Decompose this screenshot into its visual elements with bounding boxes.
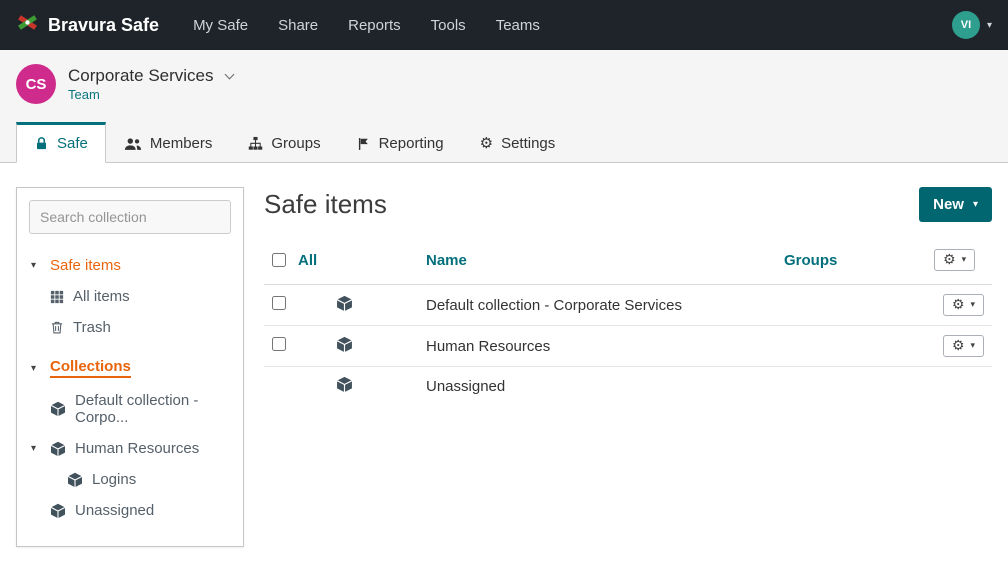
search-input[interactable] bbox=[29, 200, 231, 234]
tab-reporting-label: Reporting bbox=[378, 135, 444, 152]
sidebar-item-logins[interactable]: Logins bbox=[29, 464, 231, 495]
trash-icon bbox=[50, 320, 64, 335]
table-row: Default collection - Corporate Services … bbox=[264, 284, 992, 326]
sidebar-item-default-collection[interactable]: Default collection - Corpo... bbox=[29, 385, 231, 433]
brand-logo-icon bbox=[16, 11, 39, 39]
new-button[interactable]: New ▾ bbox=[919, 187, 992, 222]
nav-item-teams[interactable]: Teams bbox=[496, 17, 540, 34]
table-row: Human Resources ⚙ ▾ bbox=[264, 325, 992, 367]
safe-items-table: All Name Groups ⚙ ▾ Default collection -… bbox=[264, 236, 992, 406]
grid-icon bbox=[50, 290, 64, 304]
gear-icon: ⚙ bbox=[951, 338, 965, 354]
sidebar-item-label: Default collection - Corpo... bbox=[75, 392, 199, 426]
table-options-button[interactable]: ⚙ ▾ bbox=[934, 249, 976, 271]
top-navbar: Bravura Safe My Safe Share Reports Tools… bbox=[0, 0, 1008, 50]
gear-icon: ⚙ bbox=[943, 252, 956, 268]
users-icon bbox=[124, 137, 142, 151]
tab-settings[interactable]: ⚙ Settings bbox=[462, 122, 574, 163]
table-row: Unassigned bbox=[264, 367, 992, 407]
new-button-label: New bbox=[933, 196, 964, 213]
cube-icon bbox=[67, 472, 83, 488]
nav-item-share[interactable]: Share bbox=[278, 17, 318, 34]
user-avatar[interactable]: VI bbox=[951, 11, 980, 39]
header-all: All bbox=[298, 251, 318, 269]
caret-down-icon[interactable]: ▾ bbox=[31, 363, 41, 374]
cube-icon bbox=[50, 401, 66, 417]
sidebar-item-human-resources[interactable]: ▾ Human Resources bbox=[29, 433, 231, 464]
tab-safe[interactable]: Safe bbox=[16, 122, 106, 163]
nav-item-my-safe[interactable]: My Safe bbox=[193, 17, 248, 34]
team-switcher-chevron-icon[interactable] bbox=[224, 69, 234, 79]
sidebar-item-label: Unassigned bbox=[75, 502, 155, 519]
team-avatar: CS bbox=[16, 64, 56, 104]
caret-down-icon[interactable]: ▾ bbox=[31, 443, 41, 454]
sidebar-item-label: All items bbox=[73, 288, 130, 305]
sidebar-item-all-items[interactable]: All items bbox=[29, 281, 231, 312]
sidebar-item-trash[interactable]: Trash bbox=[29, 312, 231, 343]
tab-groups-label: Groups bbox=[271, 135, 321, 152]
team-info: CS Corporate Services Team bbox=[0, 50, 1008, 104]
select-all-checkbox[interactable] bbox=[272, 253, 286, 267]
cube-icon bbox=[336, 336, 353, 357]
nav-item-reports[interactable]: Reports bbox=[348, 17, 401, 34]
gear-icon: ⚙ bbox=[951, 297, 965, 313]
sidebar-item-label: Collections bbox=[50, 358, 131, 378]
row-options-button[interactable]: ⚙ ▾ bbox=[942, 335, 984, 357]
cube-icon bbox=[336, 376, 353, 397]
collection-name[interactable]: Unassigned bbox=[426, 378, 505, 395]
account-menu[interactable]: VI ▾ bbox=[951, 11, 992, 39]
caret-down-icon: ▾ bbox=[970, 341, 975, 351]
sidebar-item-label: Logins bbox=[92, 471, 137, 488]
cube-icon bbox=[50, 441, 66, 457]
page-title: Safe items bbox=[264, 189, 387, 219]
sidebar-item-collections[interactable]: ▾ Collections bbox=[29, 351, 231, 385]
header-name: Name bbox=[418, 236, 776, 285]
collections-sidebar: ▾ Safe items All items Trash ▾ Collectio… bbox=[16, 187, 244, 547]
main-nav: My Safe Share Reports Tools Teams bbox=[193, 17, 540, 34]
caret-down-icon[interactable]: ▾ bbox=[31, 260, 41, 271]
sidebar-item-label: Human Resources bbox=[75, 440, 200, 457]
gear-icon: ⚙ bbox=[479, 134, 494, 152]
header-groups: Groups bbox=[776, 236, 926, 285]
row-checkbox[interactable] bbox=[272, 296, 286, 310]
tab-members[interactable]: Members bbox=[106, 122, 231, 163]
sidebar-item-safe-items[interactable]: ▾ Safe items bbox=[29, 250, 231, 281]
sitemap-icon bbox=[248, 136, 263, 151]
content-area: ▾ Safe items All items Trash ▾ Collectio… bbox=[0, 163, 1008, 547]
brand-name: Bravura Safe bbox=[48, 14, 160, 35]
sidebar-item-label: Safe items bbox=[50, 257, 121, 274]
tab-bar: Safe Members Groups Reporting ⚙ Settings bbox=[0, 122, 1008, 163]
collection-name[interactable]: Human Resources bbox=[426, 338, 550, 355]
nav-item-tools[interactable]: Tools bbox=[431, 17, 466, 34]
caret-down-icon: ▾ bbox=[961, 255, 967, 265]
collection-name[interactable]: Default collection - Corporate Services bbox=[426, 297, 682, 314]
tab-reporting[interactable]: Reporting bbox=[339, 122, 462, 163]
tab-settings-label: Settings bbox=[501, 135, 556, 152]
sidebar-item-unassigned[interactable]: Unassigned bbox=[29, 495, 231, 526]
table-header-row: All Name Groups ⚙ ▾ bbox=[264, 236, 992, 285]
flag-icon bbox=[357, 137, 371, 151]
account-caret-icon: ▾ bbox=[986, 19, 992, 31]
team-title: Corporate Services bbox=[68, 66, 214, 85]
row-checkbox[interactable] bbox=[272, 337, 286, 351]
caret-down-icon: ▾ bbox=[970, 300, 975, 310]
collection-tree: ▾ Safe items All items Trash ▾ Collectio… bbox=[29, 250, 231, 526]
tab-groups[interactable]: Groups bbox=[230, 122, 338, 163]
team-subtitle: Team bbox=[68, 87, 100, 102]
sidebar-item-label: Trash bbox=[73, 319, 111, 336]
tab-safe-label: Safe bbox=[57, 135, 88, 152]
team-header-band: CS Corporate Services Team Safe Members bbox=[0, 50, 1008, 163]
lock-icon bbox=[34, 136, 49, 151]
cube-icon bbox=[336, 295, 353, 316]
tab-members-label: Members bbox=[149, 135, 213, 152]
main-panel: Safe items New ▾ All Name Groups ⚙ ▾ Def… bbox=[264, 187, 992, 406]
row-options-button[interactable]: ⚙ ▾ bbox=[942, 294, 984, 316]
caret-down-icon: ▾ bbox=[972, 199, 978, 210]
cube-icon bbox=[50, 503, 66, 519]
brand[interactable]: Bravura Safe bbox=[16, 11, 159, 39]
